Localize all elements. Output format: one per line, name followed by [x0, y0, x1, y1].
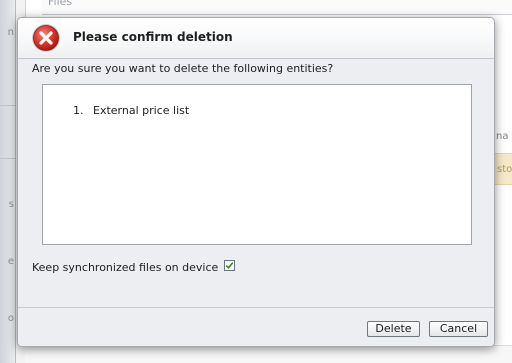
background-column-label: na	[496, 131, 509, 142]
keep-files-checkbox[interactable]	[224, 259, 236, 271]
dialog-header: Please confirm deletion	[18, 18, 494, 59]
files-field-label: Files	[48, 0, 73, 8]
dialog-footer: Delete Cancel	[18, 307, 494, 346]
dialog-body: Are you sure you want to delete the foll…	[18, 59, 494, 307]
entity-list-box[interactable]: 1. External price list	[42, 84, 472, 245]
list-item: 1. External price list	[73, 103, 189, 119]
sidebar-divider	[0, 105, 15, 106]
delete-button[interactable]: Delete	[367, 321, 420, 337]
error-x-icon	[32, 24, 60, 52]
list-item-number: 1.	[73, 104, 84, 117]
list-item-name: External price list	[93, 104, 190, 117]
sidebar-fragment[interactable]: o	[0, 313, 14, 324]
cancel-button[interactable]: Cancel	[429, 321, 488, 337]
keep-files-label: Keep synchronized files on device	[32, 260, 219, 274]
keep-files-row: Keep synchronized files on device	[32, 259, 236, 275]
dialog-title: Please confirm deletion	[73, 30, 233, 44]
background-footer-strip	[25, 345, 512, 363]
sidebar-fragment[interactable]: n	[0, 27, 14, 38]
sidebar-divider	[0, 158, 15, 159]
sidebar-fragment[interactable]: s	[0, 199, 14, 210]
left-sidebar: n s e o	[0, 0, 16, 363]
background-status-badge: sto	[494, 153, 512, 185]
confirmation-prompt: Are you sure you want to delete the foll…	[32, 62, 334, 75]
entity-list: 1. External price list	[73, 103, 189, 119]
checkmark-icon	[225, 261, 234, 269]
confirm-deletion-dialog: Please confirm deletion Are you sure you…	[17, 17, 495, 347]
sidebar-fragment[interactable]: e	[0, 256, 14, 267]
files-field	[42, 0, 512, 15]
